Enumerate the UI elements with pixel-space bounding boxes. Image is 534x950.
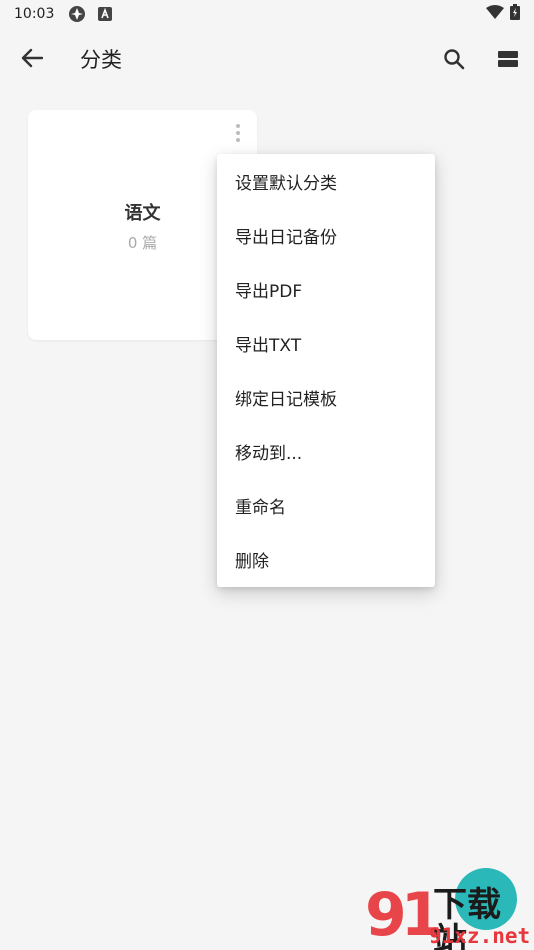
battery-icon [510,4,520,24]
keyboard-a-icon [98,7,113,21]
menu-item-export-backup[interactable]: 导出日记备份 [217,208,435,262]
view-agenda-icon [498,51,518,67]
context-menu: 设置默认分类 导出日记备份 导出PDF 导出TXT 绑定日记模板 移动到... … [217,154,435,587]
view-mode-button[interactable] [496,47,520,71]
watermark-brand: 91 [365,880,442,950]
menu-item-set-default[interactable]: 设置默认分类 [217,154,435,208]
status-right [486,4,520,24]
more-vert-icon[interactable] [231,122,245,144]
app-notification-icon [68,5,86,23]
arrow-left-icon [21,48,43,68]
menu-item-delete[interactable]: 删除 [217,533,435,587]
menu-item-export-txt[interactable]: 导出TXT [217,316,435,370]
menu-item-bind-template[interactable]: 绑定日记模板 [217,370,435,424]
watermark-logo: 91 下载站 91xz.net [363,885,534,950]
search-button[interactable] [441,46,467,72]
menu-item-move-to[interactable]: 移动到... [217,424,435,478]
status-bar: 10:03 [0,0,534,28]
watermark-url: 91xz.net [429,924,531,948]
menu-item-export-pdf[interactable]: 导出PDF [217,262,435,316]
page-title: 分类 [80,48,122,72]
app-bar: 分类 [0,28,534,88]
search-icon [444,49,465,70]
wifi-icon [486,5,504,23]
status-time: 10:03 [14,6,55,22]
back-button[interactable] [18,46,46,70]
menu-item-rename[interactable]: 重命名 [217,479,435,533]
